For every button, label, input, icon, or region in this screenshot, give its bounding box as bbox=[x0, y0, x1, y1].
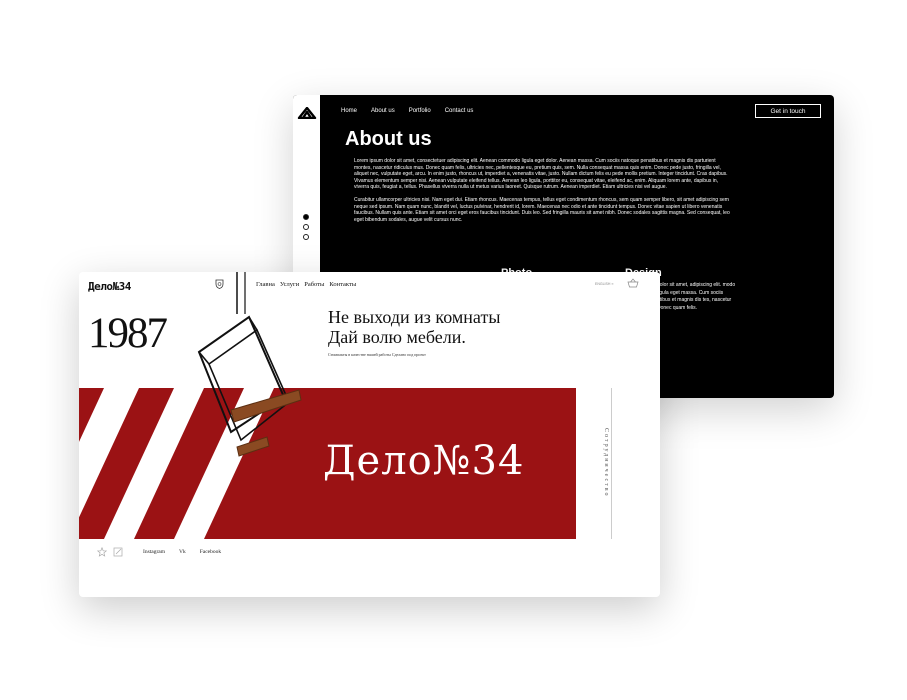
edit-icon[interactable] bbox=[113, 547, 123, 557]
social-facebook-link[interactable]: Facebook bbox=[200, 549, 221, 555]
social-vk-link[interactable]: Vk bbox=[179, 549, 186, 555]
about-text: Lorem ipsum dolor sit amet, consectetuer… bbox=[354, 158, 732, 229]
logo-icon[interactable] bbox=[297, 107, 317, 119]
divider bbox=[611, 388, 612, 539]
furniture-page-preview: Дело№34 Главна Услуги Работы Контакты EN… bbox=[79, 272, 660, 597]
hero-headline: Не выходи из комнаты Дай волю мебели. bbox=[328, 307, 500, 347]
slide-dot-2[interactable] bbox=[303, 224, 309, 230]
language-switch[interactable]: ENGLISH ≡ bbox=[595, 282, 613, 286]
headline-line-1: Не выходи из комнаты bbox=[328, 307, 501, 327]
hero-banner: Дело№34 bbox=[79, 388, 576, 539]
brand-logo[interactable]: Дело№34 bbox=[88, 280, 131, 293]
star-icon[interactable] bbox=[97, 547, 107, 557]
page-title: About us bbox=[345, 128, 432, 150]
basket-icon[interactable] bbox=[627, 278, 639, 288]
nav-home[interactable]: Home bbox=[341, 108, 357, 114]
nav-contacts[interactable]: Контакты bbox=[329, 281, 356, 288]
get-in-touch-button[interactable]: Get in touch bbox=[755, 104, 821, 118]
nav-contact[interactable]: Contact us bbox=[445, 108, 474, 114]
headline-line-2: Дай волю мебели. bbox=[328, 327, 466, 347]
top-nav: Home About us Portfolio Contact us bbox=[341, 108, 473, 114]
slide-dot-3[interactable] bbox=[303, 234, 309, 240]
about-paragraph-1: Lorem ipsum dolor sit amet, consectetuer… bbox=[354, 158, 728, 191]
social-instagram-link[interactable]: Instagram bbox=[143, 549, 165, 555]
hero-brand-title: Дело№34 bbox=[323, 438, 525, 484]
slide-dots bbox=[303, 214, 309, 244]
founding-year: 1987 bbox=[88, 310, 168, 357]
slide-dot-1[interactable] bbox=[303, 214, 309, 220]
nav-portfolio[interactable]: Portfolio bbox=[409, 108, 431, 114]
design-text: dolor sit amet, adipiscing elit. modo li… bbox=[657, 282, 736, 311]
footer: Instagram Vk Facebook bbox=[97, 547, 235, 557]
nav-about[interactable]: About us bbox=[371, 108, 395, 114]
cooperation-label[interactable]: Сотрудничество bbox=[597, 408, 609, 518]
hanging-shelf-image bbox=[197, 272, 302, 457]
about-paragraph-2: Curabitur ullamcorper ultricies nisi. Na… bbox=[354, 196, 730, 223]
hero-subline: Стимпакты в качестве нашей работы Сделан… bbox=[328, 352, 426, 357]
